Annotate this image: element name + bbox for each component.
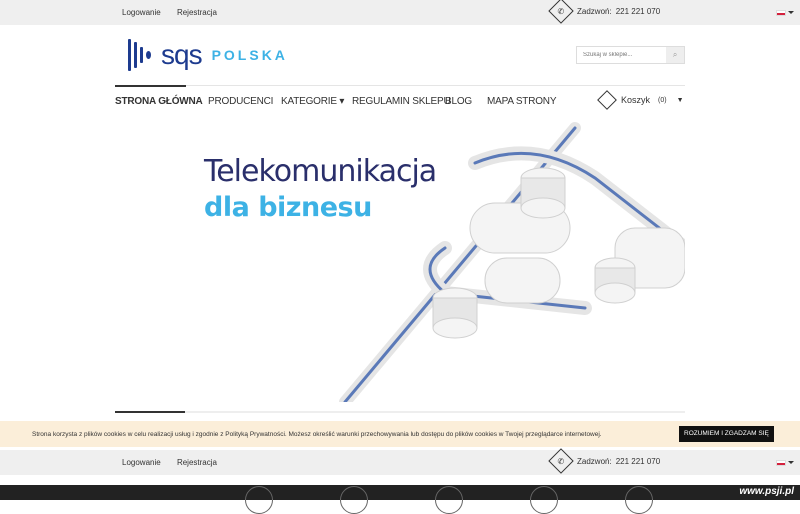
feature-icon xyxy=(625,486,653,514)
logo[interactable]: sqs POLSKA xyxy=(128,38,288,72)
nav-categories[interactable]: KATEGORIE ▾ xyxy=(281,96,344,107)
footer-register-link[interactable]: Rejestracja xyxy=(177,458,217,467)
nav-categories-label: KATEGORIE xyxy=(281,96,337,107)
search-input[interactable] xyxy=(577,47,667,63)
phone-label: Zadzwoń: xyxy=(577,6,612,16)
cookie-accept-button[interactable]: ROZUMIEM I ZGADZAM SIĘ xyxy=(679,426,774,442)
search-icon[interactable]: ⌕ xyxy=(666,47,684,63)
hero-slider[interactable]: Telekomunikacja dla biznesu xyxy=(115,118,685,402)
account-links: Logowanie Rejestracja xyxy=(122,8,231,17)
register-link[interactable]: Rejestracja xyxy=(177,8,217,17)
footer-language-caret-icon[interactable] xyxy=(788,461,794,464)
phone-icon: ✆ xyxy=(548,0,574,24)
cart-count: (0) xyxy=(658,96,667,104)
cart-caret-icon: ▼ xyxy=(676,96,684,104)
footer-phone-icon: ✆ xyxy=(548,448,574,474)
footer-login-link[interactable]: Logowanie xyxy=(122,458,161,467)
logo-brand: sqs xyxy=(161,39,203,70)
top-bar: Logowanie Rejestracja ✆ Zadzwoń: 221 221… xyxy=(0,0,800,25)
chevron-down-icon: ▾ xyxy=(339,96,345,107)
phone-number: 221 221 070 xyxy=(615,6,661,16)
logo-bars-icon xyxy=(128,38,151,72)
nav-blog[interactable]: BLOG xyxy=(445,96,472,107)
footer-phone-label: Zadzwoń: xyxy=(577,456,612,466)
polish-flag-icon[interactable] xyxy=(776,10,786,16)
cookie-banner: Strona korzysta z plików cookies w celu … xyxy=(0,421,800,447)
footer-phone-contact: ✆ Zadzwoń: 221 221 070 xyxy=(548,448,661,474)
footer-phone-number: 221 221 070 xyxy=(615,456,661,466)
watermark: www.psji.pl xyxy=(739,486,794,497)
feature-icon xyxy=(245,486,273,514)
footer-polish-flag-icon[interactable] xyxy=(776,460,786,466)
hero-title: Telekomunikacja xyxy=(204,154,437,189)
login-link[interactable]: Logowanie xyxy=(122,8,161,17)
logo-sub: POLSKA xyxy=(211,47,288,63)
nav-terms[interactable]: REGULAMIN SKLEPU xyxy=(352,96,451,107)
search-box: ⌕ xyxy=(576,46,685,64)
hero-subtitle: dla biznesu xyxy=(204,192,372,223)
bottom-bar: Logowanie Rejestracja ✆ Zadzwoń: 221 221… xyxy=(0,448,800,475)
cart-icon xyxy=(597,90,617,110)
phone-contact: ✆ Zadzwoń: 221 221 070 xyxy=(548,0,661,24)
cart-button[interactable]: Koszyk (0) ▼ xyxy=(597,90,684,110)
bottom-strip: www.psji.pl xyxy=(0,485,800,514)
slider-progress xyxy=(115,411,685,413)
feature-icon xyxy=(530,486,558,514)
language-caret-icon[interactable] xyxy=(788,11,794,14)
feature-icon xyxy=(340,486,368,514)
nav-home[interactable]: STRONA GŁÓWNA xyxy=(115,85,203,107)
cart-label: Koszyk xyxy=(621,95,651,105)
nav-producers[interactable]: PRODUCENCI xyxy=(208,96,273,107)
nav-sitemap[interactable]: MAPA STRONY xyxy=(487,96,556,107)
feature-icon xyxy=(435,486,463,514)
footer-account-links: Logowanie Rejestracja xyxy=(122,458,217,467)
cookie-text: Strona korzysta z plików cookies w celu … xyxy=(32,430,602,438)
